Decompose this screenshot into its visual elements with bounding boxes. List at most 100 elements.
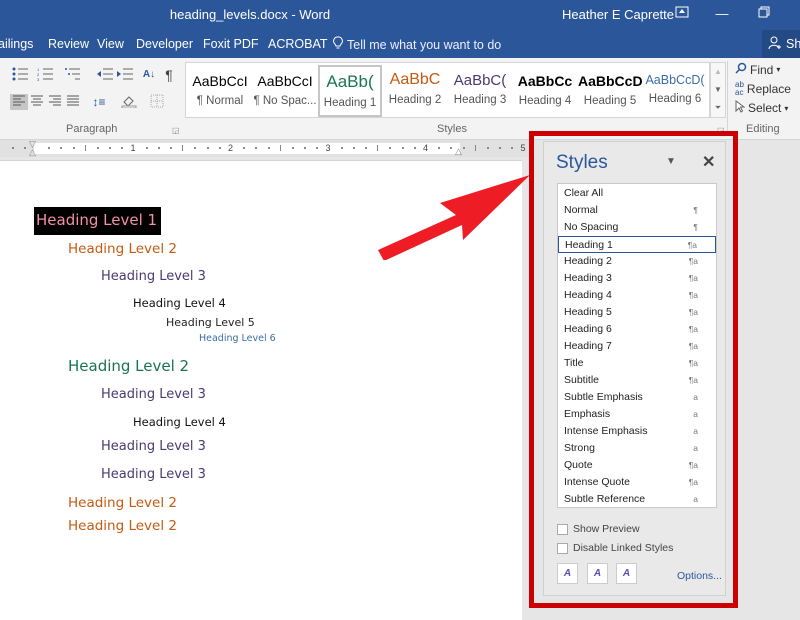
ruler-tick	[121, 147, 124, 149]
style-preview: AaBbC	[389, 71, 441, 88]
tab-mailings[interactable]: ailings	[0, 37, 33, 51]
scroll-down-icon[interactable]: ▼	[711, 81, 725, 99]
increase-indent-icon[interactable]	[116, 67, 134, 83]
style-preview: AaBbCcD(	[645, 73, 705, 87]
numbering-icon[interactable]: 123	[37, 67, 55, 83]
replace-button[interactable]: ab ac Replace	[735, 81, 791, 97]
ruler-tick	[304, 147, 307, 149]
style-tile-heading-3[interactable]: AaBbC( Heading 3	[448, 65, 512, 117]
heading-level-3[interactable]: Heading Level 3	[101, 439, 206, 454]
center-icon[interactable]	[28, 94, 46, 110]
ruler-number: 1	[130, 143, 136, 153]
line-spacing-icon[interactable]: ↕≡	[90, 94, 108, 110]
sort-icon[interactable]: A↓	[140, 67, 158, 83]
ruler-half-tick	[474, 145, 476, 151]
tab-foxit-pdf[interactable]: Foxit PDF	[203, 37, 259, 51]
ribbon: 123 A↓ ¶ ↕≡ Paragraph ◲ AaBbCcI ¶ Normal…	[0, 58, 800, 140]
paragraph-group-label: Paragraph	[66, 123, 118, 135]
heading-level-2[interactable]: Heading Level 2	[68, 495, 177, 511]
style-tile-heading-4[interactable]: AaBbCc Heading 4	[513, 65, 577, 117]
justify-icon[interactable]	[64, 94, 82, 110]
ruler-tick	[11, 147, 14, 149]
ruler-tick	[511, 147, 514, 149]
heading-level-2[interactable]: Heading Level 2	[68, 518, 177, 534]
bullets-icon[interactable]	[12, 67, 30, 83]
style-preview: AaBbC(	[453, 72, 507, 89]
shading-icon[interactable]	[120, 94, 138, 110]
heading-level-3[interactable]: Heading Level 3	[101, 467, 206, 482]
search-icon	[735, 62, 747, 77]
multilevel-list-icon[interactable]	[64, 67, 82, 83]
heading-level-2[interactable]: Heading Level 2	[68, 241, 177, 257]
heading-level-5[interactable]: Heading Level 5	[166, 316, 255, 329]
style-name: Heading 3	[453, 94, 507, 106]
style-tile-heading-6[interactable]: AaBbCcD( Heading 6	[643, 65, 707, 117]
style-tile-heading-1[interactable]: AaBb( Heading 1	[318, 65, 382, 117]
heading-level-6[interactable]: Heading Level 6	[199, 333, 276, 344]
ruler-tick	[316, 147, 319, 149]
ruler-tick	[413, 147, 416, 149]
heading-level-4[interactable]: Heading Level 4	[133, 296, 226, 310]
ruler-tick	[194, 147, 197, 149]
select-button[interactable]: Select ▾	[735, 100, 788, 116]
ruler-tick	[267, 147, 270, 149]
ruler-number: 2	[228, 143, 234, 153]
replace-icon: ab ac	[735, 80, 744, 97]
ruler-tick	[352, 147, 355, 149]
style-name: Heading 4	[518, 95, 572, 107]
indent-marker-icon[interactable]: ▽ △	[29, 140, 36, 157]
style-preview: AaBbCc	[517, 73, 573, 89]
paragraph-launcher-icon[interactable]: ◲	[172, 126, 180, 135]
ribbon-tabs: ailings Review View Developer Foxit PDF …	[0, 30, 800, 58]
svg-text:3: 3	[37, 77, 40, 81]
style-tile-no-spacing[interactable]: AaBbCcI ¶ No Spac...	[253, 65, 317, 117]
ruler-tick	[243, 147, 246, 149]
ribbon-display-icon[interactable]	[672, 5, 692, 23]
cursor-icon	[735, 100, 746, 116]
ruler-tick	[438, 147, 441, 149]
style-tile-heading-5[interactable]: AaBbCcD Heading 5	[578, 65, 642, 117]
tab-view[interactable]: View	[97, 37, 124, 51]
style-tile-normal[interactable]: AaBbCcI ¶ Normal	[188, 65, 252, 117]
tab-acrobat[interactable]: ACROBAT	[268, 37, 328, 51]
tab-review[interactable]: Review	[48, 37, 89, 51]
scroll-up-icon[interactable]: ▲	[711, 63, 725, 81]
horizontal-ruler[interactable]: 1234567 ▽△ △	[0, 140, 721, 157]
window-title: heading_levels.docx - Word	[169, 7, 331, 22]
restore-icon[interactable]	[754, 5, 774, 23]
ruler-tick	[145, 147, 148, 149]
ruler-tick	[291, 147, 294, 149]
heading-level-3[interactable]: Heading Level 3	[101, 269, 206, 284]
gallery-scroll[interactable]: ▲ ▼ ⏷	[710, 62, 726, 118]
borders-icon[interactable]	[148, 94, 166, 110]
right-indent-marker-icon[interactable]: △	[455, 146, 462, 157]
find-button[interactable]: Find ▾	[735, 62, 780, 77]
more-styles-icon[interactable]: ⏷	[711, 99, 725, 117]
ruler-number: 5	[520, 143, 526, 153]
style-name: Heading 2	[388, 94, 442, 106]
style-preview: AaBbCcD	[578, 73, 642, 89]
ruler-number: 3	[325, 143, 331, 153]
share-button[interactable]: Sha	[762, 30, 800, 58]
ruler-half-tick	[279, 145, 281, 151]
chevron-down-icon: ▾	[784, 103, 789, 113]
minimize-icon[interactable]: —	[712, 5, 732, 23]
user-name[interactable]: Heather E Caprette	[562, 7, 674, 22]
ruler-tick	[499, 147, 502, 149]
ruler-half-tick	[182, 145, 184, 151]
ruler-tick	[389, 147, 392, 149]
ruler-tick	[23, 147, 26, 149]
align-right-icon[interactable]	[46, 94, 64, 110]
tab-developer[interactable]: Developer	[136, 37, 193, 51]
heading-level-2[interactable]: Heading Level 2	[68, 357, 189, 375]
ruler-tick	[170, 147, 173, 149]
align-left-icon[interactable]	[10, 94, 28, 110]
heading-level-1[interactable]: Heading Level 1	[34, 207, 162, 235]
heading-level-4[interactable]: Heading Level 4	[133, 415, 226, 429]
heading-level-3[interactable]: Heading Level 3	[101, 387, 206, 402]
decrease-indent-icon[interactable]	[96, 67, 114, 83]
style-preview: AaBb(	[326, 72, 374, 91]
show-formatting-icon[interactable]: ¶	[160, 67, 178, 83]
tell-me-box[interactable]: Tell me what you want to do	[333, 36, 501, 53]
style-tile-heading-2[interactable]: AaBbC Heading 2	[383, 65, 447, 117]
